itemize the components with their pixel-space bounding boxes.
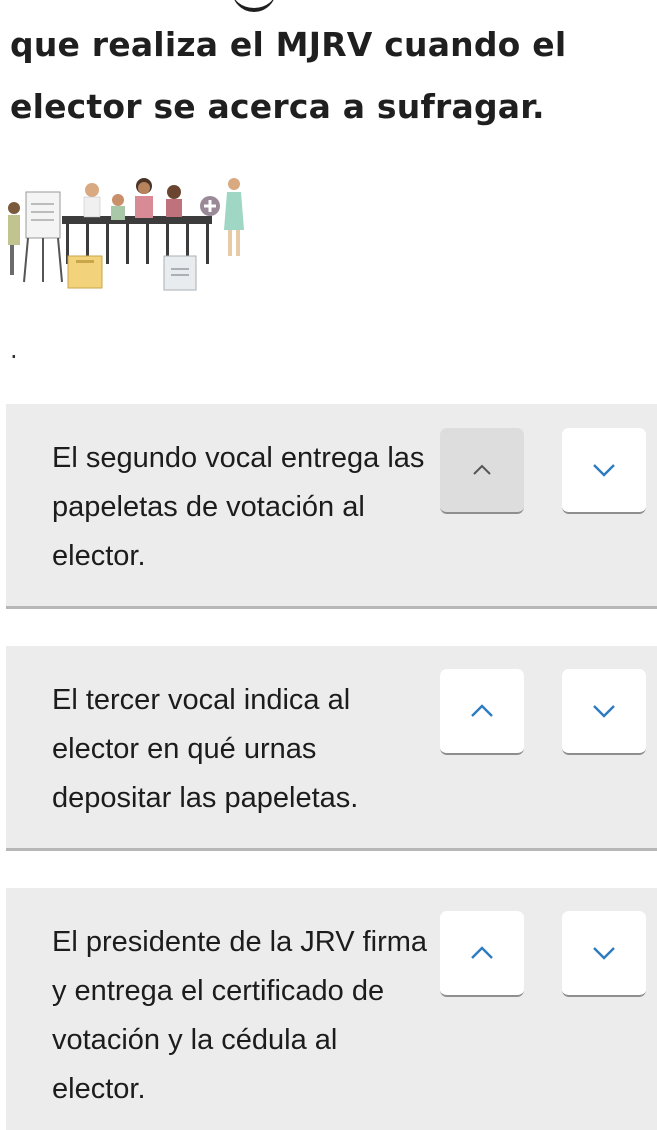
chevron-down-icon [593, 464, 615, 477]
chevron-up-icon [471, 704, 493, 717]
chevron-down-icon [593, 705, 615, 718]
move-up-button[interactable] [440, 428, 524, 514]
chevron-up-icon [471, 946, 493, 959]
ordering-item[interactable]: El segundo vocal entrega las papeletas d… [6, 404, 657, 609]
ordering-item[interactable]: El tercer vocal indica al elector en qué… [6, 646, 657, 851]
ordering-item[interactable]: El presidente de la JRV firma y entrega … [6, 888, 657, 1130]
heading-overflow-stroke [232, 0, 276, 12]
ordering-item-text: El segundo vocal entrega las papeletas d… [52, 442, 425, 572]
polling-station-illustration-svg [8, 178, 244, 291]
move-down-button[interactable] [562, 669, 646, 755]
question-heading: que realiza el MJRV cuando el elector se… [10, 25, 567, 126]
ordering-item-text: El presidente de la JRV firma y entrega … [52, 926, 428, 1105]
move-down-button[interactable] [562, 911, 646, 997]
move-up-button[interactable] [440, 669, 524, 755]
ordering-item-text: El tercer vocal indica al elector en qué… [52, 684, 359, 814]
stray-period: . [10, 336, 18, 364]
polling-station-illustration [6, 170, 246, 295]
chevron-up-icon [473, 464, 491, 475]
chevron-down-icon [593, 947, 615, 960]
move-down-button[interactable] [562, 428, 646, 514]
move-up-button[interactable] [440, 911, 524, 997]
